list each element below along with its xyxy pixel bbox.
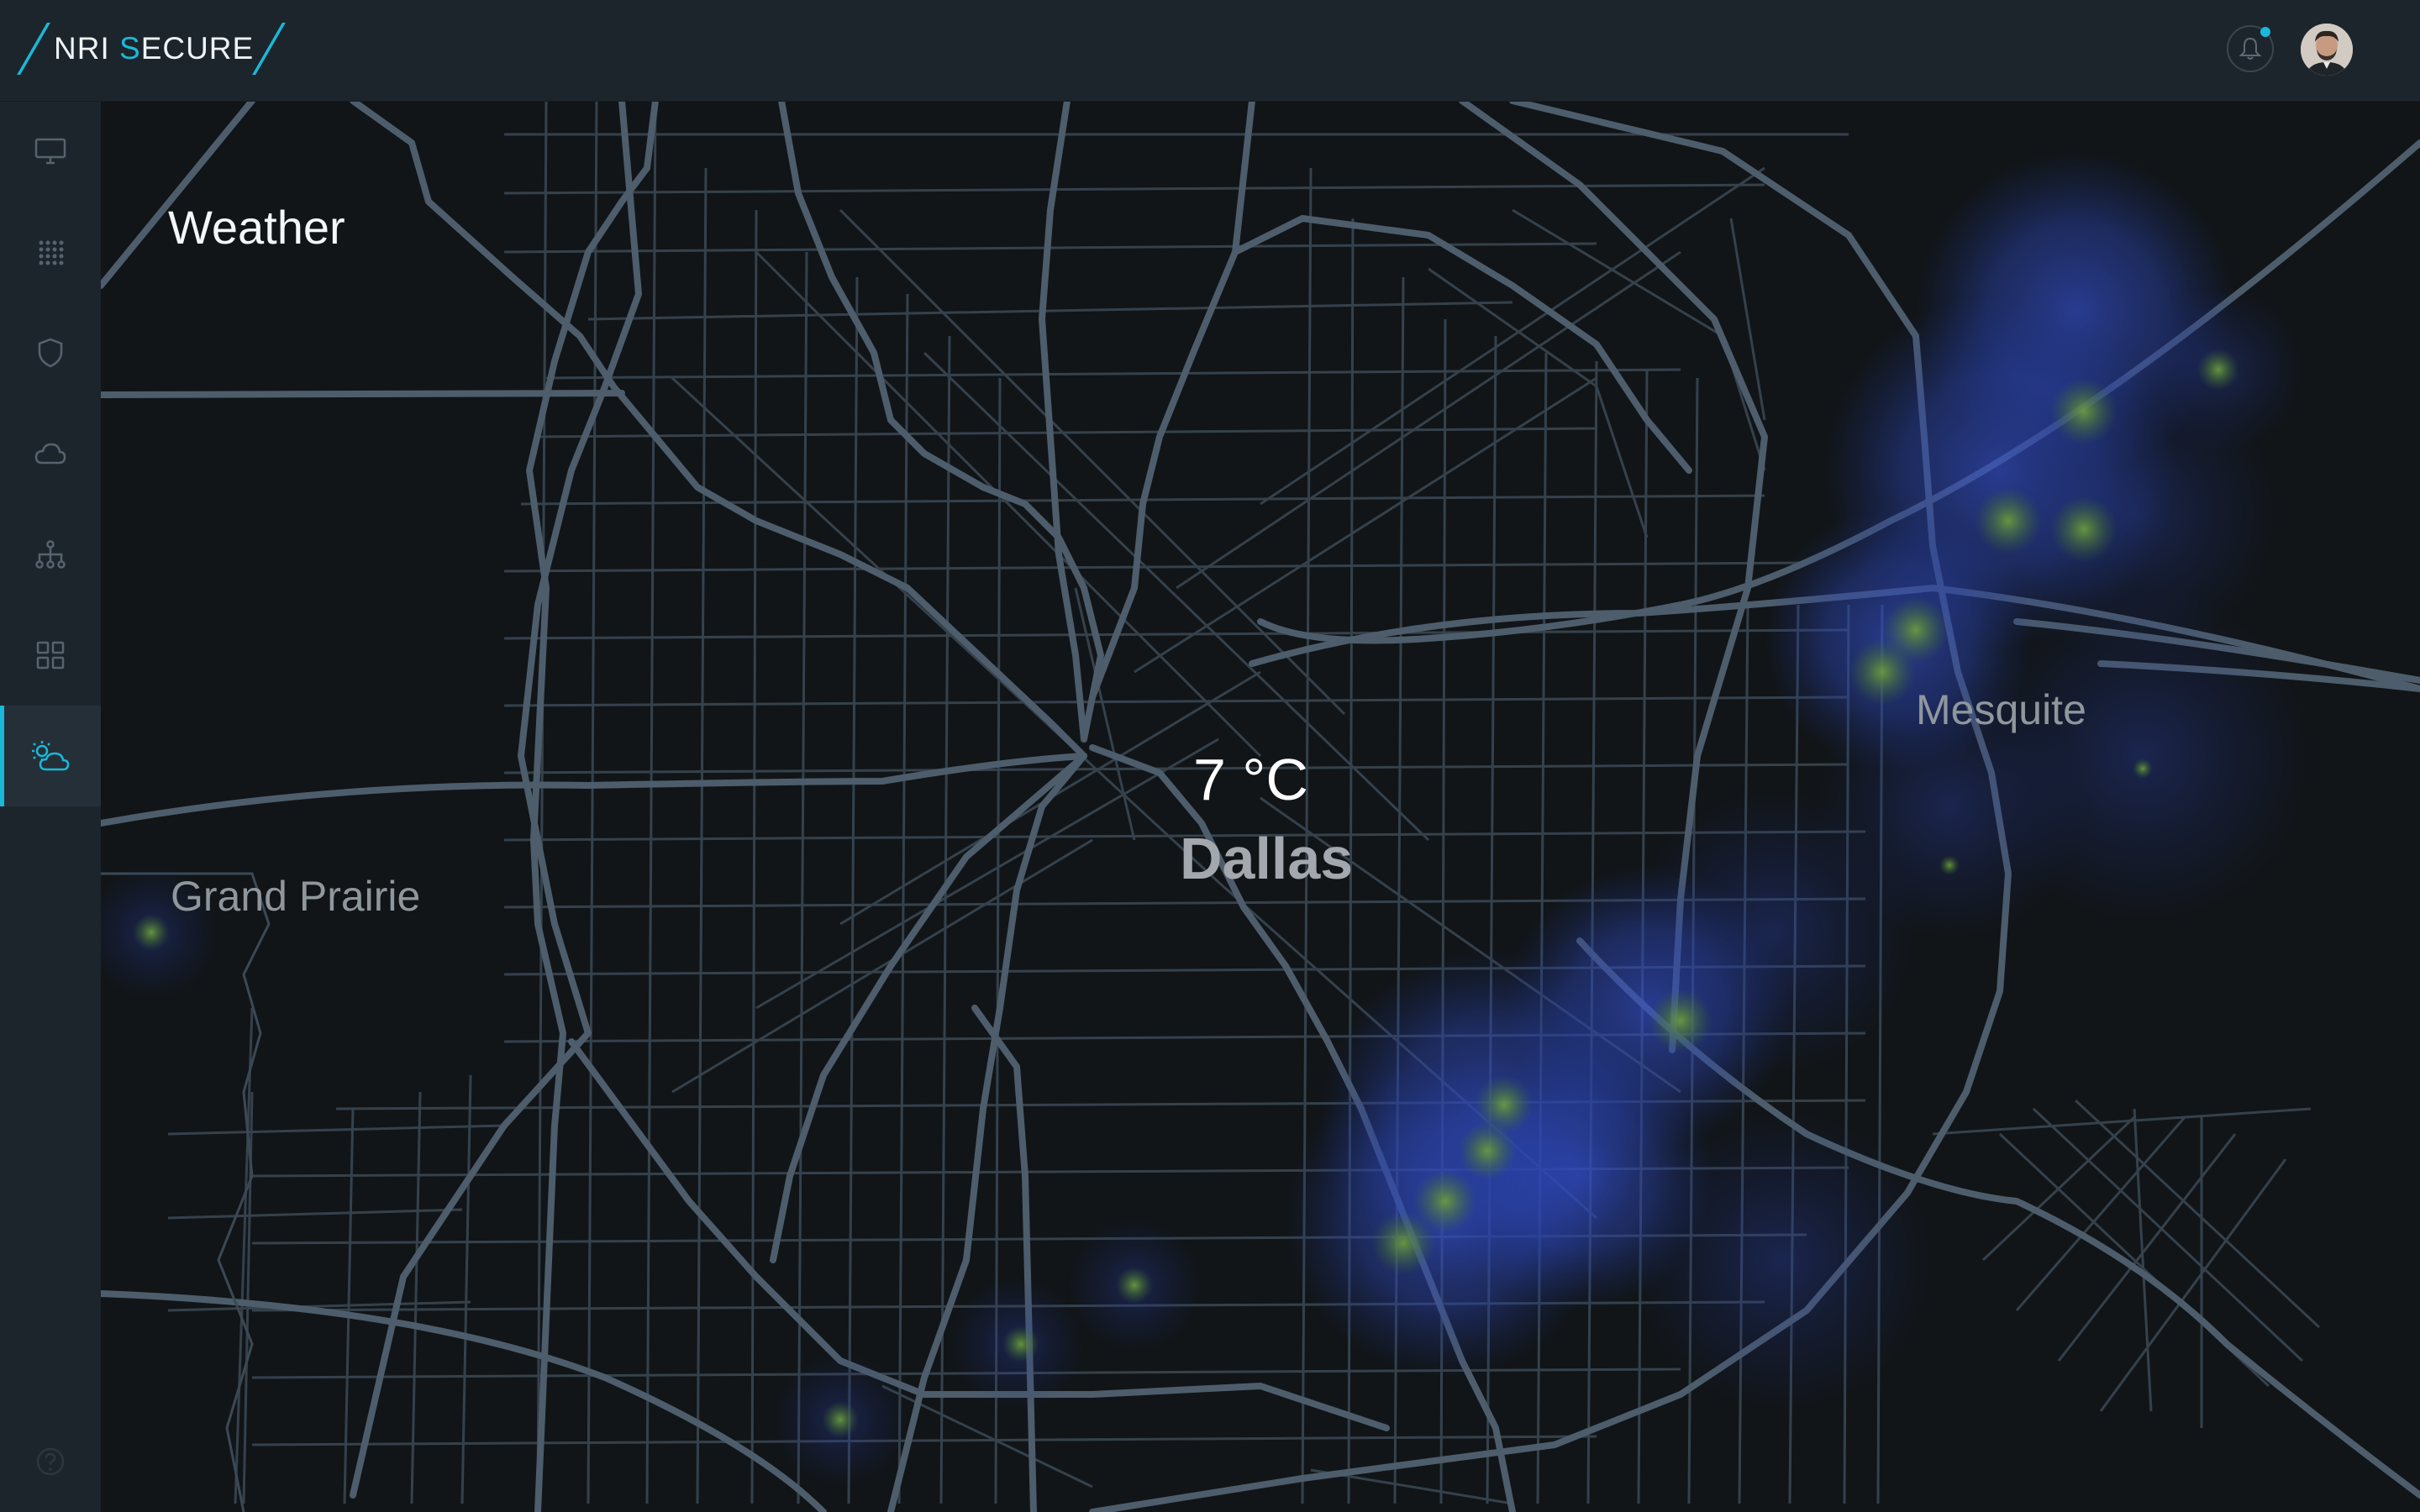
shield-icon <box>38 338 63 368</box>
page-title: Weather <box>168 201 345 254</box>
sidebar-item-monitor[interactable] <box>0 101 101 202</box>
avatar[interactable] <box>2301 24 2353 76</box>
notification-badge <box>2260 27 2270 37</box>
sidebar-item-dashboard[interactable] <box>0 605 101 706</box>
top-header: NRI SECURE <box>0 0 2420 102</box>
sidebar-item-security[interactable] <box>0 302 101 403</box>
sidebar <box>0 101 101 1512</box>
cloud-icon <box>34 443 66 465</box>
current-city: Dallas <box>1180 826 1354 891</box>
logo-slash-left <box>17 23 50 75</box>
user-avatar-icon <box>2301 24 2353 76</box>
help-icon <box>36 1447 65 1476</box>
network-icon <box>35 540 66 569</box>
sidebar-item-cloud[interactable] <box>0 403 101 504</box>
dashboard-icon <box>36 641 65 669</box>
sidebar-item-apps[interactable] <box>0 202 101 302</box>
sidebar-item-network[interactable] <box>0 504 101 605</box>
city-label-grand-prairie: Grand Prairie <box>171 873 421 920</box>
notification-button[interactable] <box>2227 25 2274 72</box>
app-root: NRI SECURE Weather Grand Prairie Mesquit… <box>0 0 2420 1512</box>
current-temperature: 7 °C <box>1193 747 1308 812</box>
logo-text: NRI SECURE <box>54 31 255 66</box>
bell-icon <box>2238 37 2262 60</box>
logo[interactable]: NRI SECURE <box>17 22 287 76</box>
weather-icon <box>32 741 70 771</box>
sidebar-item-help[interactable] <box>0 1411 101 1512</box>
grid-dots-icon <box>39 240 64 265</box>
monitor-icon <box>34 138 66 165</box>
sidebar-item-weather[interactable] <box>0 706 101 806</box>
city-label-mesquite: Mesquite <box>1916 686 2086 733</box>
logo-slash-right <box>252 23 287 75</box>
precipitation-overlay <box>101 151 2311 1487</box>
